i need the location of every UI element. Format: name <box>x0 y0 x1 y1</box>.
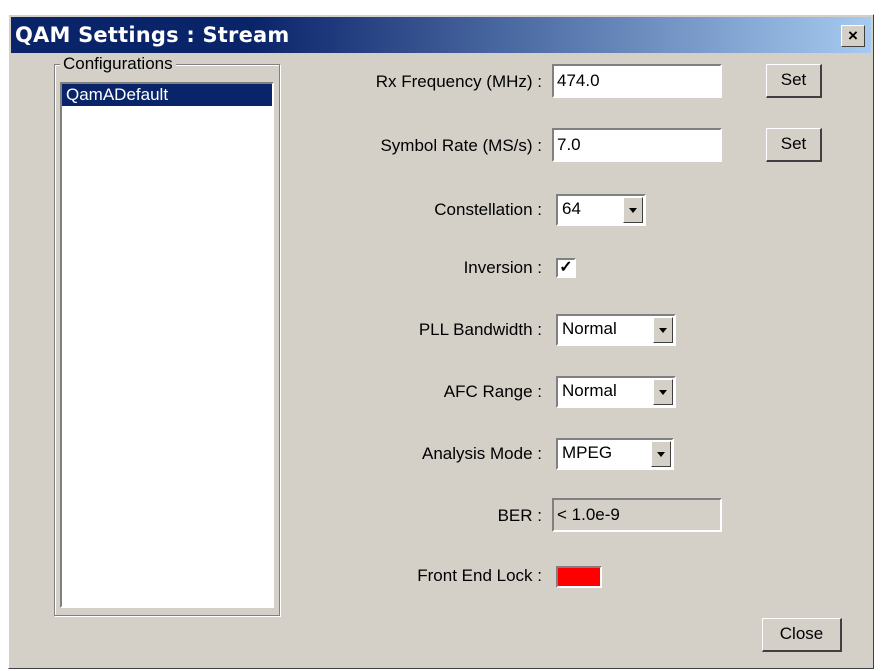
rx-frequency-set-button[interactable]: Set <box>766 64 822 98</box>
chevron-down-icon[interactable] <box>653 379 673 405</box>
chevron-down-icon[interactable] <box>651 441 671 467</box>
check-icon: ✓ <box>559 259 573 276</box>
symbol-rate-label: Symbol Rate (MS/s) : <box>380 136 542 155</box>
constellation-value: 64 <box>562 199 581 218</box>
configurations-legend: Configurations <box>60 54 176 74</box>
afc-range-value: Normal <box>562 381 617 400</box>
close-button[interactable]: Close <box>762 618 842 652</box>
constellation-label: Constellation : <box>434 200 542 219</box>
afc-range-select[interactable]: Normal <box>556 376 676 408</box>
constellation-select[interactable]: 64 <box>556 194 646 226</box>
pll-bandwidth-label: PLL Bandwidth : <box>418 320 542 339</box>
analysis-mode-label: Analysis Mode : <box>422 444 542 463</box>
rx-frequency-label: Rx Frequency (MHz) : <box>375 72 542 91</box>
ber-label: BER : <box>497 506 542 525</box>
symbol-rate-input[interactable]: 7.0 <box>552 128 722 162</box>
title-bar[interactable]: QAM Settings : Stream × <box>11 17 871 53</box>
chevron-down-icon[interactable] <box>623 197 643 223</box>
ber-value-field: < 1.0e-9 <box>552 498 722 532</box>
analysis-mode-value: MPEG <box>562 443 613 462</box>
analysis-mode-select[interactable]: MPEG <box>556 438 674 470</box>
close-icon[interactable]: × <box>841 25 865 47</box>
symbol-rate-set-button[interactable]: Set <box>766 128 822 162</box>
afc-range-label: AFC Range : <box>443 382 542 401</box>
window-title: QAM Settings : Stream <box>15 23 290 47</box>
front-end-lock-indicator <box>556 566 602 588</box>
inversion-checkbox[interactable]: ✓ <box>556 258 576 278</box>
rx-frequency-input[interactable]: 474.0 <box>552 64 722 98</box>
chevron-down-icon[interactable] <box>653 317 673 343</box>
inversion-label: Inversion : <box>463 258 542 277</box>
pll-bandwidth-select[interactable]: Normal <box>556 314 676 346</box>
configurations-list[interactable]: QamADefault <box>60 82 274 608</box>
pll-bandwidth-value: Normal <box>562 319 617 338</box>
front-end-lock-label: Front End Lock : <box>417 566 542 585</box>
list-item-qamadefault[interactable]: QamADefault <box>62 84 272 106</box>
